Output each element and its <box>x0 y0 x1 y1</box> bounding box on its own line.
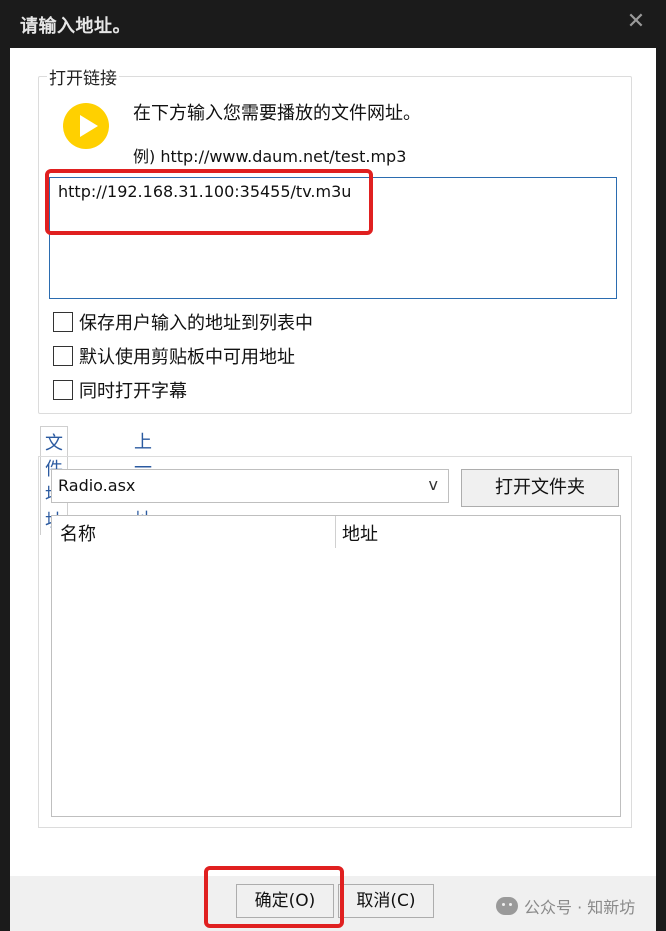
playlist-select[interactable]: Radio.asx v <box>51 469 449 503</box>
column-header-name[interactable]: 名称 <box>60 520 96 546</box>
checkbox-use-clipboard[interactable] <box>53 346 73 366</box>
option-use-clipboard-label: 默认使用剪贴板中可用地址 <box>79 347 295 368</box>
option-save-to-list-label: 保存用户输入的地址到列表中 <box>79 313 313 334</box>
example-text: 例) http://www.daum.net/test.mp3 <box>133 147 407 166</box>
title-bar[interactable]: 请输入地址。 ✕ <box>0 0 666 48</box>
watermark-text: 公众号 · 知新坊 <box>524 898 636 917</box>
option-save-to-list[interactable]: 保存用户输入的地址到列表中 <box>53 309 313 335</box>
watermark: 公众号 · 知新坊 <box>496 894 635 918</box>
open-link-group: 打开链接 在下方输入您需要播放的文件网址。 例) http://www.daum… <box>38 64 632 414</box>
highlight-box-ok <box>204 866 344 928</box>
dialog-footer: 确定(O) 取消(C) 公众号 · 知新坊 <box>10 866 656 931</box>
file-address-panel: Radio.asx v 打开文件夹 名称 地址 <box>38 456 632 828</box>
column-header-address[interactable]: 地址 <box>342 520 378 546</box>
option-open-subtitles[interactable]: 同时打开字幕 <box>53 377 187 403</box>
option-open-subtitles-label: 同时打开字幕 <box>79 381 187 402</box>
play-icon <box>63 103 109 149</box>
close-icon[interactable]: ✕ <box>624 10 648 34</box>
open-link-group-label: 打开链接 <box>47 64 119 89</box>
chevron-down-icon[interactable]: v <box>429 475 438 494</box>
checkbox-save-to-list[interactable] <box>53 312 73 332</box>
column-divider[interactable] <box>335 516 336 548</box>
checkbox-open-subtitles[interactable] <box>53 380 73 400</box>
dialog-body: 打开链接 在下方输入您需要播放的文件网址。 例) http://www.daum… <box>10 48 656 876</box>
instruction-text: 在下方输入您需要播放的文件网址。 <box>133 103 421 124</box>
cancel-button[interactable]: 取消(C) <box>338 884 434 918</box>
window-title: 请输入地址。 <box>20 16 131 37</box>
open-folder-button[interactable]: 打开文件夹 <box>461 469 619 507</box>
playlist-select-value: Radio.asx <box>58 476 136 495</box>
option-use-clipboard[interactable]: 默认使用剪贴板中可用地址 <box>53 343 295 369</box>
highlight-box-url <box>45 169 373 235</box>
dialog-window: 请输入地址。 ✕ 打开链接 在下方输入您需要播放的文件网址。 例) http:/… <box>0 0 666 931</box>
address-list[interactable]: 名称 地址 <box>51 515 621 817</box>
wechat-icon <box>496 897 518 915</box>
